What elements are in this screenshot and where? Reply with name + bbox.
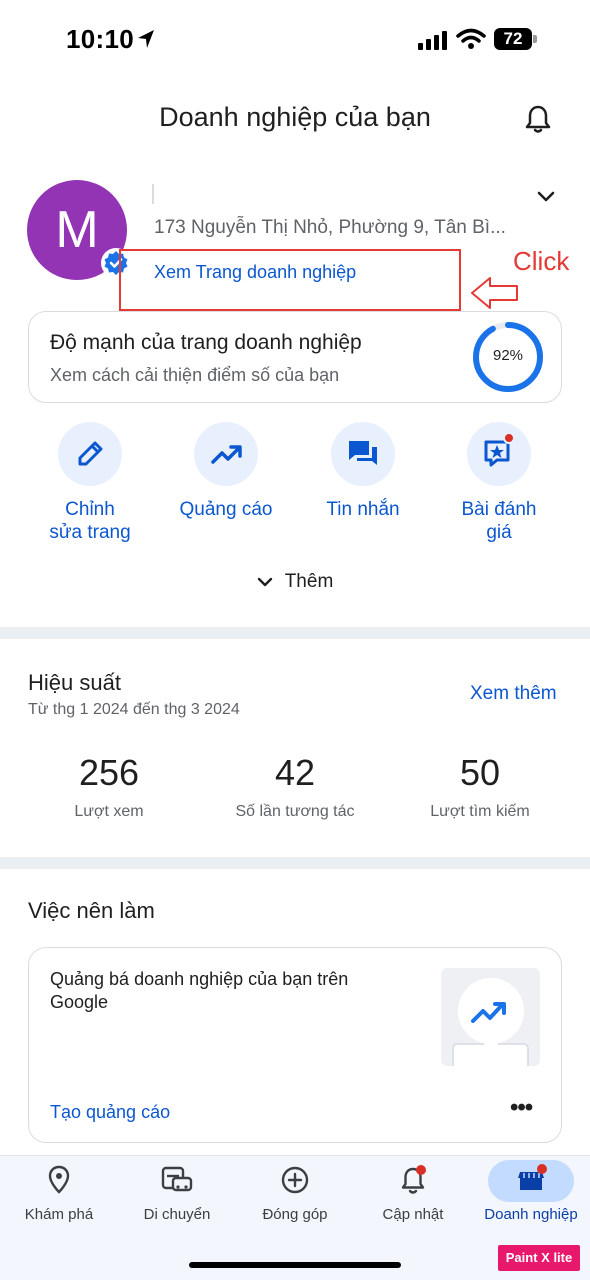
section-divider: [0, 857, 590, 869]
chevron-down-small-icon: [257, 577, 272, 587]
nav-updates-label: Cập nhật: [382, 1206, 444, 1223]
wifi-icon: [456, 28, 486, 49]
stat-interactions-label: Số lần tương tác: [235, 803, 355, 820]
battery-tip: [533, 35, 537, 43]
page-title: Doanh nghiệp của bạn: [159, 102, 431, 132]
trending-up-icon: [211, 445, 242, 464]
promote-card-text: Quảng bá doanh nghiệp của bạn trên Googl…: [50, 969, 349, 1012]
todo-title: Việc nên làm: [28, 898, 155, 923]
nav-business-label: Doanh nghiệp: [484, 1206, 578, 1223]
nav-commute[interactable]: Di chuyển: [118, 1160, 236, 1230]
cellular-signal-icon: [418, 31, 447, 50]
commute-icon: [161, 1166, 193, 1192]
nav-contribute-label: Đóng góp: [262, 1206, 328, 1223]
annotation-highlight-box: [119, 249, 461, 311]
ads-button[interactable]: [194, 422, 258, 486]
stat-views-label: Lượt xem: [74, 803, 144, 820]
watermark-logo: Paint X lite: [498, 1245, 580, 1271]
location-arrow-icon: [138, 30, 154, 48]
stat-searches-label: Lượt tìm kiếm: [430, 803, 530, 820]
nav-commute-label: Di chuyển: [143, 1206, 211, 1223]
reviews-button[interactable]: [467, 422, 531, 486]
notifications-bell-icon[interactable]: [525, 104, 551, 134]
stat-interactions-value: 42: [274, 752, 316, 793]
messages-button[interactable]: [331, 422, 395, 486]
chevron-down-icon[interactable]: [536, 186, 556, 206]
nav-explore-label: Khám phá: [24, 1206, 94, 1223]
strength-subtitle: Xem cách cải thiện điểm số của bạn: [50, 365, 340, 385]
nav-updates[interactable]: Cập nhật: [354, 1160, 472, 1230]
strength-title: Độ mạnh của trang doanh nghiệp: [50, 331, 362, 354]
strength-percent: 92%: [492, 347, 524, 364]
messages-label[interactable]: Tin nhắn: [298, 498, 428, 521]
nav-contribute[interactable]: Đóng góp: [236, 1160, 354, 1230]
performance-date-range: Từ thg 1 2024 đến thg 3 2024: [28, 701, 240, 718]
edit-page-button[interactable]: [58, 422, 122, 486]
promote-illustration: [441, 968, 540, 1066]
pencil-icon: [78, 441, 103, 466]
stat-views-value: 256: [78, 752, 140, 793]
section-divider: [0, 627, 590, 639]
add-circle-icon: [281, 1166, 309, 1194]
location-pin-icon: [48, 1165, 70, 1194]
annotation-click-label: Click: [513, 246, 570, 276]
review-star-icon: [484, 432, 515, 467]
edit-page-label[interactable]: Chỉnh sửa trang: [25, 498, 155, 544]
nav-explore[interactable]: Khám phá: [0, 1160, 118, 1230]
annotation-arrow-icon: [471, 277, 518, 309]
home-indicator: [189, 1262, 401, 1268]
business-address: 173 Nguyễn Thị Nhỏ, Phường 9, Tân Bì...: [154, 217, 506, 238]
business-name-placeholder: [152, 184, 154, 204]
create-ad-link[interactable]: Tạo quảng cáo: [50, 1102, 170, 1123]
more-label: Thêm: [284, 571, 334, 592]
more-actions-toggle[interactable]: Thêm: [0, 571, 590, 593]
more-options-icon[interactable]: •••: [510, 1094, 533, 1122]
stat-searches-value: 50: [459, 752, 501, 793]
ad-illustration-icon: [452, 978, 529, 1066]
ads-label[interactable]: Quảng cáo: [161, 498, 291, 521]
reviews-label[interactable]: Bài đánh giá: [434, 498, 564, 544]
nav-business[interactable]: Doanh nghiệp: [472, 1160, 590, 1230]
see-more-link[interactable]: Xem thêm: [470, 683, 557, 705]
performance-title: Hiệu suất: [28, 670, 121, 695]
bell-icon: [401, 1165, 426, 1194]
chat-icon: [349, 441, 377, 465]
storefront-icon: [518, 1164, 547, 1190]
status-time: 10:10: [66, 24, 134, 54]
battery-indicator: 72: [494, 28, 532, 50]
